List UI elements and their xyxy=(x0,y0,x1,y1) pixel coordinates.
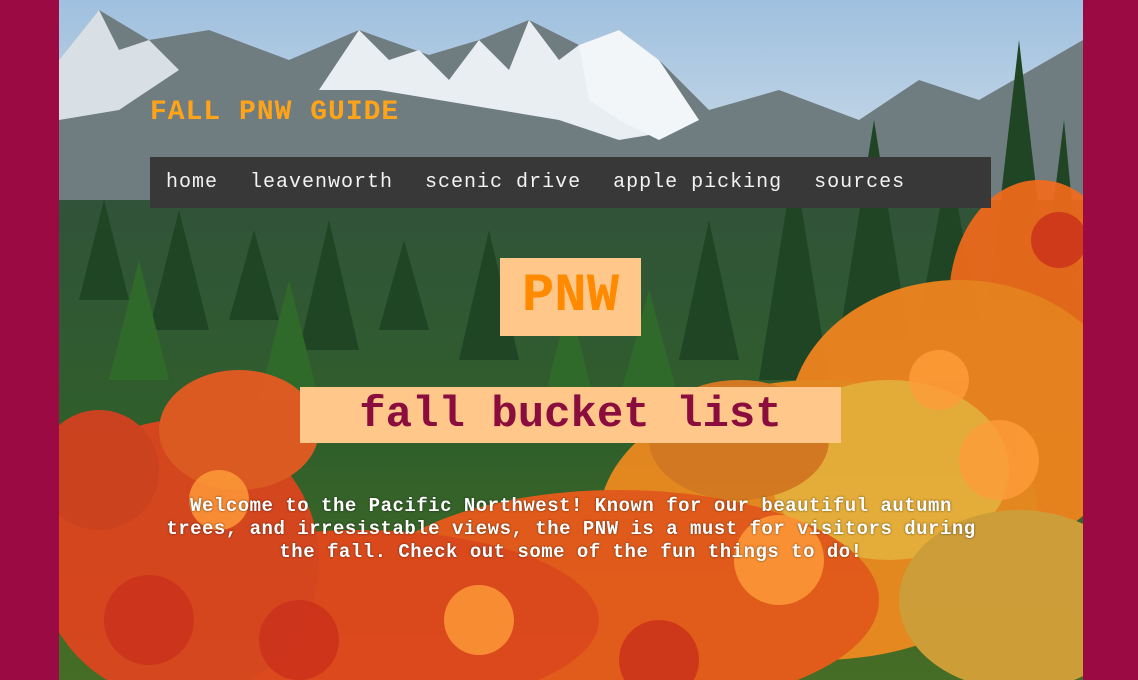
main-navigation: home leavenworth scenic drive apple pick… xyxy=(150,157,991,208)
intro-paragraph: Welcome to the Pacific Northwest! Known … xyxy=(166,495,976,563)
site-title: FALL PNW GUIDE xyxy=(150,97,400,128)
nav-link-home[interactable]: home xyxy=(150,171,234,194)
page-container: FALL PNW GUIDE home leavenworth scenic d… xyxy=(59,0,1083,680)
nav-link-apple-picking[interactable]: apple picking xyxy=(597,171,798,194)
hero-title: PNW xyxy=(500,258,641,336)
nav-link-sources[interactable]: sources xyxy=(798,171,921,194)
nav-link-scenic-drive[interactable]: scenic drive xyxy=(409,171,597,194)
nav-link-leavenworth[interactable]: leavenworth xyxy=(234,171,409,194)
hero-subtitle: fall bucket list xyxy=(300,387,841,443)
